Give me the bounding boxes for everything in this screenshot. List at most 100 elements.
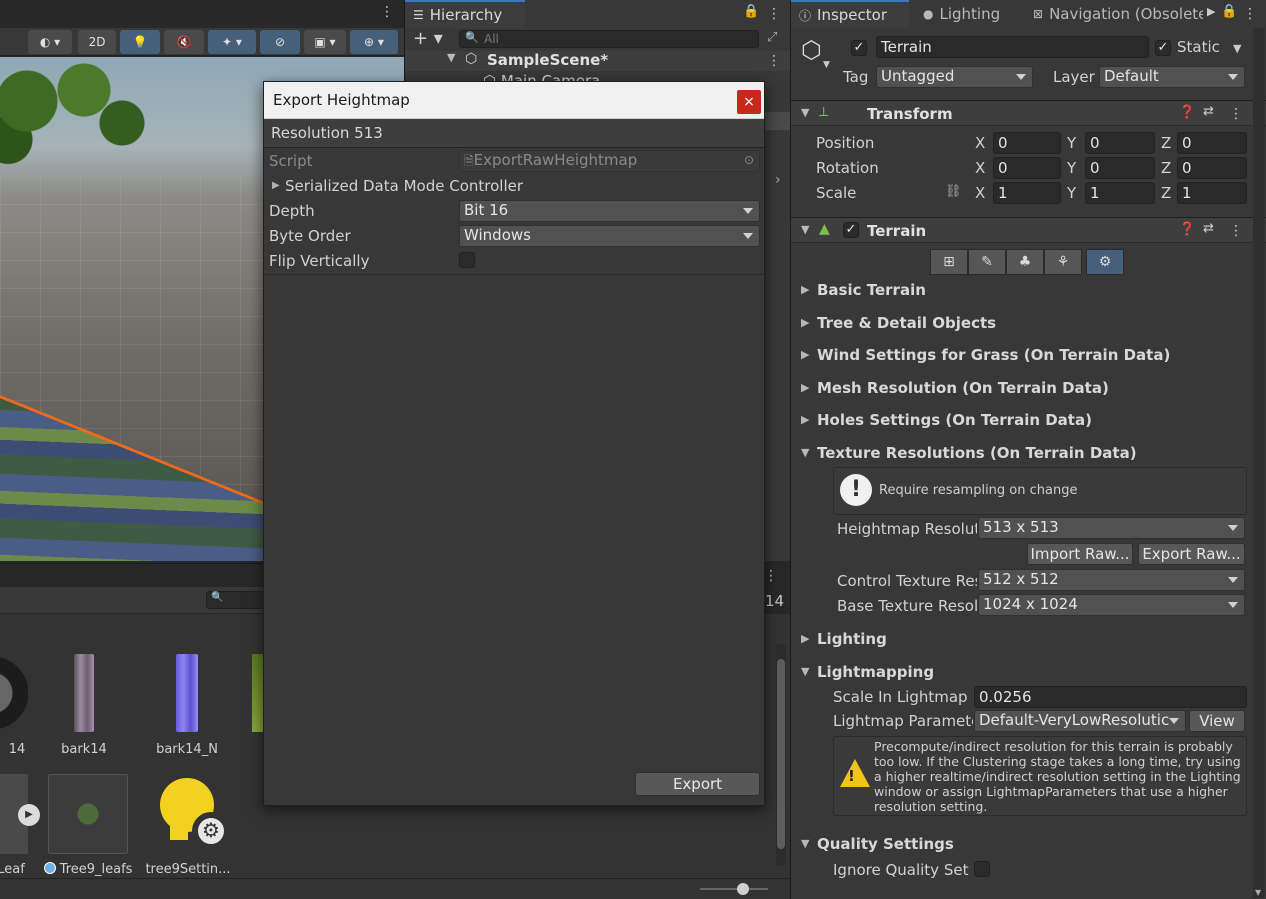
constrain-proportions-icon[interactable]: ⛓	[945, 184, 962, 199]
inspector-scrollbar[interactable]: ▼	[1253, 28, 1265, 898]
asset-item[interactable]: bark14	[52, 654, 116, 757]
dialog-titlebar[interactable]: Export Heightmap ×	[264, 82, 764, 119]
foldout-arrow-icon[interactable]: ▶	[801, 413, 809, 426]
object-name-input[interactable]: Terrain	[876, 36, 1149, 58]
serialized-row[interactable]: ▶ Serialized Data Mode Controller	[264, 174, 764, 199]
asset-item[interactable]: Tree9_leafs	[40, 774, 136, 877]
section-holes-settings[interactable]: ▶ Holes Settings (On Terrain Data)	[791, 409, 1266, 433]
ignore-quality-checkbox[interactable]	[974, 861, 990, 877]
foldout-arrow-icon[interactable]: ▼	[801, 837, 809, 850]
heightmap-resolution-dropdown[interactable]: 513 x 513	[978, 517, 1245, 539]
tab-lighting[interactable]: ● Lighting	[915, 0, 1015, 28]
foldout-arrow-icon[interactable]: ▶	[801, 316, 809, 329]
asset-item[interactable]: 14	[0, 654, 36, 757]
scale-z-input[interactable]: 1	[1177, 182, 1247, 204]
help-icon[interactable]: ❓	[1179, 105, 1195, 120]
scroll-down-icon[interactable]: ▼	[1255, 888, 1261, 897]
base-texture-dropdown[interactable]: 1024 x 1024	[978, 594, 1245, 616]
terrain-enabled-checkbox[interactable]: ✓	[843, 222, 859, 238]
chevron-down-icon[interactable]: ▼	[1233, 42, 1241, 55]
export-button[interactable]: Export	[635, 772, 760, 796]
byte-order-dropdown[interactable]: Windows	[459, 225, 760, 247]
audio-toggle-icon[interactable]: 🔇	[164, 30, 204, 54]
active-checkbox[interactable]: ✓	[851, 40, 867, 56]
foldout-arrow-icon[interactable]: ▶	[801, 348, 809, 361]
terrain-component-header[interactable]: ▼ ▲ ✓ Terrain ❓ ⇄	[791, 217, 1266, 243]
create-neighbor-terrains-icon[interactable]: ⊞	[930, 249, 968, 275]
paint-details-icon[interactable]: ⚘	[1044, 249, 1082, 275]
visibility-toggle-icon[interactable]: ⊘	[260, 30, 300, 54]
section-lightmapping[interactable]: ▼ Lightmapping	[791, 661, 1266, 685]
tag-dropdown[interactable]: Untagged	[876, 66, 1033, 88]
transform-header[interactable]: ▼ ⟂ Transform ❓ ⇄	[791, 100, 1266, 126]
hierarchy-menu-icon[interactable]	[767, 4, 781, 24]
section-basic-terrain[interactable]: ▶ Basic Terrain	[791, 279, 1266, 303]
section-lighting[interactable]: ▶ Lighting	[791, 628, 1266, 652]
foldout-arrow-icon[interactable]: ▼	[801, 665, 809, 678]
asset-item[interactable]: ⚙ tree9Settin...	[140, 774, 236, 877]
project-menu-icon[interactable]	[764, 566, 778, 586]
paint-trees-icon[interactable]: ♣	[1006, 249, 1044, 275]
scale-y-input[interactable]: 1	[1085, 182, 1155, 204]
layer-dropdown[interactable]: Default	[1099, 66, 1245, 88]
position-z-input[interactable]: 0	[1177, 132, 1247, 154]
scale-x-input[interactable]: 1	[993, 182, 1061, 204]
tab-overflow-icon[interactable]: ▶	[1207, 5, 1215, 18]
gameobject-icon[interactable]: ⬡	[801, 36, 822, 64]
lightmap-parameters-dropdown[interactable]: Default-VeryLowResolutic	[974, 710, 1186, 732]
foldout-arrow-icon[interactable]: ▼	[447, 51, 455, 64]
rotation-z-input[interactable]: 0	[1177, 157, 1247, 179]
section-mesh-resolution[interactable]: ▶ Mesh Resolution (On Terrain Data)	[791, 377, 1266, 401]
play-icon[interactable]: ▶	[18, 804, 40, 826]
component-menu-icon[interactable]	[1229, 104, 1243, 124]
lighting-toggle-icon[interactable]: 💡	[120, 30, 160, 54]
tab-navigation[interactable]: ⊠ Navigation (Obsolete	[1025, 0, 1203, 28]
lock-icon[interactable]: 🔒	[743, 4, 759, 19]
paint-terrain-icon[interactable]: ✎	[968, 249, 1006, 275]
depth-dropdown[interactable]: Bit 16	[459, 200, 760, 222]
gizmos-toggle-icon[interactable]: ⊕ ▾	[350, 30, 398, 54]
section-tree-detail[interactable]: ▶ Tree & Detail Objects	[791, 312, 1266, 336]
lock-icon[interactable]: 🔒	[1221, 4, 1237, 19]
scale-in-lightmap-input[interactable]: 0.0256	[974, 686, 1247, 708]
asset-item[interactable]: ▶ Leaf	[0, 774, 40, 877]
chevron-right-icon[interactable]: ›	[775, 172, 781, 188]
foldout-arrow-icon[interactable]: ▼	[801, 223, 809, 236]
object-picker-icon[interactable]: ⊙	[744, 151, 754, 170]
project-search-input[interactable]: 🔍	[206, 591, 270, 609]
chevron-down-icon[interactable]: ▼	[823, 60, 830, 70]
static-checkbox[interactable]: ✓	[1155, 40, 1171, 56]
import-raw-button[interactable]: Import Raw...	[1027, 543, 1133, 565]
foldout-arrow-icon[interactable]: ▶	[801, 283, 809, 296]
section-quality-settings[interactable]: ▼ Quality Settings	[791, 833, 1266, 857]
position-y-input[interactable]: 0	[1085, 132, 1155, 154]
inspector-menu-icon[interactable]	[1243, 4, 1257, 24]
hierarchy-search-input[interactable]: All	[459, 30, 759, 48]
section-wind-settings[interactable]: ▶ Wind Settings for Grass (On Terrain Dat…	[791, 344, 1266, 368]
shading-mode-icon[interactable]: ◐ ▾	[28, 30, 72, 54]
foldout-arrow-icon[interactable]: ▶	[272, 180, 280, 191]
component-menu-icon[interactable]	[1229, 221, 1243, 241]
view-button[interactable]: View	[1189, 710, 1245, 732]
foldout-arrow-icon[interactable]: ▶	[801, 381, 809, 394]
position-x-input[interactable]: 0	[993, 132, 1061, 154]
foldout-arrow-icon[interactable]: ▶	[801, 632, 809, 645]
help-icon[interactable]: ❓	[1179, 222, 1195, 237]
rotation-y-input[interactable]: 0	[1085, 157, 1155, 179]
effects-toggle-icon[interactable]: ✦ ▾	[208, 30, 256, 54]
scene-menu-icon[interactable]	[767, 51, 781, 71]
camera-settings-icon[interactable]: ▣ ▾	[304, 30, 346, 54]
add-object-button[interactable]: + ▾	[413, 28, 443, 49]
close-button[interactable]: ×	[737, 90, 761, 114]
presets-icon[interactable]: ⇄	[1203, 221, 1214, 236]
flip-vertically-checkbox[interactable]	[459, 252, 475, 268]
rotation-x-input[interactable]: 0	[993, 157, 1061, 179]
foldout-arrow-icon[interactable]: ▼	[801, 106, 809, 119]
open-scene-icon[interactable]: ⤢	[767, 30, 777, 45]
asset-item[interactable]: bark14_N	[152, 654, 222, 757]
terrain-settings-icon[interactable]: ⚙	[1086, 249, 1124, 275]
zoom-slider[interactable]	[700, 883, 768, 895]
2d-toggle-button[interactable]: 2D	[78, 30, 116, 54]
hierarchy-selection-row[interactable]	[765, 112, 791, 130]
tab-hierarchy[interactable]: ☰ Hierarchy	[405, 0, 525, 28]
